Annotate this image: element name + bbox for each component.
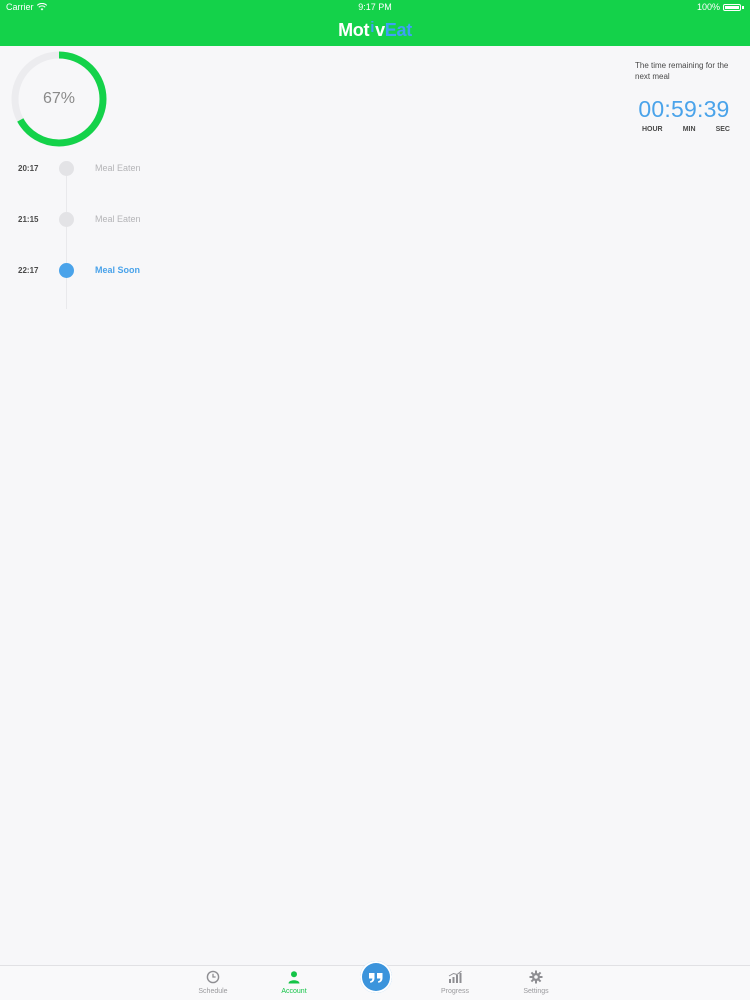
gear-icon: [529, 970, 543, 984]
battery-tip: [742, 5, 744, 9]
countdown-unit-hour: HOUR: [642, 126, 663, 133]
status-right: 100%: [697, 0, 744, 14]
bar-chart-icon: [448, 970, 462, 983]
timeline-label-active: Meal Soon: [95, 265, 141, 275]
status-time: 9:17 PM: [358, 2, 392, 12]
app-root: Carrier 9:17 PM 100% Mot i v Eat 67% 20:…: [0, 0, 750, 1000]
battery-percent: 100%: [696, 2, 720, 12]
logo-part-2: i: [370, 18, 375, 36]
timeline-time: 22:17: [18, 266, 39, 275]
timeline-dot: [59, 212, 74, 227]
meal-timeline: 20:17 Meal Eaten 21:15 Meal Eaten 22:17 …: [0, 155, 300, 315]
timeline-row[interactable]: 20:17 Meal Eaten: [0, 155, 300, 183]
status-bar: Carrier 9:17 PM 100%: [0, 0, 750, 14]
progress-ring: 67%: [10, 50, 108, 148]
tab-progress[interactable]: Progress: [420, 968, 490, 1000]
clock-icon: [206, 970, 220, 984]
timeline-row[interactable]: 21:15 Meal Eaten: [0, 206, 300, 234]
tab-label: Schedule: [198, 988, 228, 995]
tab-label: Settings: [523, 988, 549, 995]
timeline-time: 20:17: [18, 164, 39, 173]
quote-icon: [369, 973, 383, 983]
nav-bar: Mot i v Eat: [0, 14, 750, 46]
logo-part-1: Mot: [338, 19, 370, 40]
countdown-unit-min: MIN: [682, 126, 696, 133]
countdown-caption: The time remaining for the next meal: [635, 61, 729, 81]
timeline-line: [66, 173, 67, 309]
tab-bar: Schedule Account Progress Settings: [0, 961, 750, 1000]
tab-schedule[interactable]: Schedule: [178, 968, 248, 1000]
countdown-unit-sec: SEC: [715, 126, 730, 133]
tab-label: Account: [281, 988, 307, 995]
quote-button[interactable]: [360, 961, 392, 993]
timeline-label: Meal Eaten: [95, 163, 141, 173]
tab-settings[interactable]: Settings: [501, 968, 571, 1000]
tab-account[interactable]: Account: [259, 968, 329, 1000]
timeline-row-active[interactable]: 22:17 Meal Soon: [0, 257, 300, 285]
timeline-dot-active: [59, 263, 74, 278]
logo-part-4: Eat: [384, 19, 412, 40]
timeline-dot: [59, 161, 74, 176]
timeline-time: 21:15: [18, 215, 39, 224]
next-meal-countdown: The time remaining for the next meal 00:…: [628, 60, 740, 140]
countdown-units: HOUR MIN SEC: [628, 126, 740, 133]
tab-label: Progress: [440, 988, 469, 995]
app-logo: Mot i v Eat: [338, 18, 412, 41]
timeline-label: Meal Eaten: [95, 214, 141, 224]
countdown-value: 00:59:39: [638, 96, 730, 122]
logo-part-3: v: [375, 19, 385, 40]
progress-percent-label: 67%: [42, 90, 76, 107]
person-icon: [288, 971, 300, 984]
battery-icon: [723, 3, 741, 11]
